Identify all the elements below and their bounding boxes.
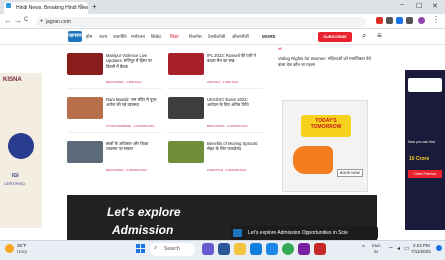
nav-item-4[interactable]: क्रिकेट	[151, 34, 161, 40]
news-thumbnail[interactable]	[168, 97, 204, 119]
lock-icon: ●	[40, 18, 44, 24]
weather-desc[interactable]: Hazy	[17, 249, 27, 254]
ad-brand: KISNA	[3, 77, 22, 83]
extension-icon[interactable]	[396, 17, 403, 24]
more-menu[interactable]: MORE	[262, 34, 276, 39]
reload-button[interactable]: C	[24, 17, 28, 23]
menu-icon[interactable]: ≡	[377, 31, 382, 40]
extension-icon[interactable]	[406, 17, 413, 24]
nav-item-2[interactable]: राजनीति	[113, 34, 127, 40]
news-thumbnail[interactable]	[168, 141, 204, 163]
edge-icon[interactable]	[250, 243, 262, 255]
ad-line2: CERTIFIED	[4, 181, 26, 186]
news-thumbnail[interactable]	[168, 53, 204, 75]
subscribe-button[interactable]: SUBSCRIBE	[318, 32, 352, 42]
news-title[interactable]: छात्रों के अधिकार और शिक्षा व्यवस्था पर …	[106, 141, 158, 152]
divider	[168, 132, 263, 133]
ad-cta-button[interactable]: Check Premium	[408, 170, 442, 178]
mid-ad-banner[interactable]: TODAY'S TOMORROW BOOK NOW	[282, 100, 368, 192]
nav-item-1[interactable]: राज्य	[99, 34, 107, 40]
url-input[interactable]: jagran.com	[36, 17, 366, 27]
site-logo[interactable]: जागरण	[68, 31, 82, 42]
browser-menu-icon[interactable]: ⋮	[432, 15, 440, 24]
battery-icon[interactable]: ▭	[404, 245, 410, 252]
clock-date[interactable]: 7/11/2023	[411, 249, 431, 254]
ad-headline: TODAY'S TOMORROW	[301, 115, 351, 137]
tab-title: Hindi News, Breaking Hindi New	[16, 5, 88, 11]
nav-item-7[interactable]: टेक्नोलॉजी	[208, 34, 225, 40]
news-meta: EDUCATION · 1 MIN AGO	[106, 80, 142, 84]
app-icon[interactable]	[298, 243, 310, 255]
nav-item-3[interactable]: मनोरंजन	[131, 34, 145, 40]
browser-tab[interactable]: Hindi News, Breaking Hindi New	[4, 2, 88, 14]
news-meta: CRICKET · 1 MIN AGO	[207, 80, 239, 84]
nav-item-6[interactable]: बिजनेस	[189, 34, 202, 40]
profile-avatar[interactable]	[418, 17, 425, 24]
app-icon[interactable]	[202, 243, 214, 255]
news-title[interactable]: Manipur Violence Live Updates: मणिपुर मे…	[106, 53, 158, 69]
maximize-button[interactable]: ☐	[416, 2, 422, 10]
windows-start-icon[interactable]	[136, 244, 146, 254]
file-explorer-icon[interactable]	[234, 243, 246, 255]
ad-title: Now you can find	[408, 140, 435, 144]
store-icon[interactable]	[266, 243, 278, 255]
ad-line1: IGI	[12, 173, 19, 179]
close-tab-icon[interactable]: ×	[80, 3, 83, 9]
divider	[168, 88, 263, 89]
divider	[67, 88, 162, 89]
banner-line1: Let's explore	[107, 205, 181, 219]
nav-item-0[interactable]: होम	[86, 34, 92, 40]
close-window-button[interactable]: ✕	[432, 2, 438, 10]
extension-icon[interactable]	[386, 17, 393, 24]
toast-text: Let's explore Admission Opportunities in…	[248, 230, 348, 236]
minimize-button[interactable]: −	[400, 2, 404, 9]
extension-icon[interactable]	[376, 17, 383, 24]
ad-number: 10 Crore	[409, 156, 430, 162]
news-title[interactable]: IPL 2023: Russell की पारी ने बदला मैच का…	[207, 53, 259, 64]
notification-icon[interactable]	[436, 245, 442, 251]
news-title[interactable]: Voting Rights for Women: महिलाओं को मताध…	[278, 56, 378, 67]
search-icon: ⌕	[154, 245, 158, 251]
nav-item-8[interactable]: जीवनशैली	[232, 34, 249, 40]
chrome-icon[interactable]	[282, 243, 294, 255]
app-icon[interactable]	[314, 243, 326, 255]
favicon-icon	[6, 3, 11, 8]
news-meta: EDUCATION · 2 HOURS AGO	[207, 124, 248, 128]
nav-item-5[interactable]: शिक्षा	[170, 34, 179, 40]
news-thumbnail[interactable]	[67, 141, 103, 163]
banner-line2: Admission	[112, 223, 174, 237]
news-title[interactable]: Benefits of Moving Sprouts: सेहत के लिए …	[207, 141, 259, 152]
wifi-icon[interactable]: ⌔	[388, 245, 394, 253]
news-title[interactable]: UKSSSC Exam 2023: आवेदन के लिए अंतिम तिथ…	[207, 97, 259, 108]
weather-temp[interactable]: 36°F	[17, 243, 27, 248]
clock-time[interactable]: 2:24 PM	[413, 243, 430, 248]
volume-icon[interactable]: ◂	[397, 245, 400, 252]
forward-button[interactable]: →	[14, 16, 22, 25]
new-tab-button[interactable]: +	[92, 2, 97, 11]
toast-logo-icon	[233, 229, 242, 237]
news-thumbnail[interactable]	[67, 53, 103, 75]
news-meta: UTTAR PRADESH · 2 HOURS AGO	[106, 124, 155, 128]
section-tag: मेरी	[278, 47, 282, 51]
region-indicator[interactable]: IN	[374, 249, 378, 254]
right-ad-banner[interactable]: Now you can find 10 Crore Check Premium	[405, 70, 445, 230]
weather-icon[interactable]	[5, 244, 14, 253]
language-indicator[interactable]: ENG	[372, 243, 381, 248]
news-thumbnail[interactable]	[67, 97, 103, 119]
taskbar-search-label: Search	[164, 246, 180, 252]
chevron-up-icon[interactable]: ^	[362, 245, 365, 251]
scooter-image	[293, 146, 333, 174]
notification-toast[interactable]: Let's explore Admission Opportunities in…	[230, 226, 378, 240]
left-ad-banner[interactable]: KISNA IGI CERTIFIED	[0, 73, 42, 228]
news-meta: LIFESTYLE · 2 HOURS AGO	[207, 168, 247, 172]
divider	[67, 132, 162, 133]
search-icon[interactable]: ⌕	[362, 31, 366, 41]
ad-logo	[408, 78, 442, 92]
app-icon[interactable]	[218, 243, 230, 255]
news-title[interactable]: Ram Mandir: राम मंदिर में पूजा अर्चना की…	[106, 97, 158, 108]
ad-cta-button[interactable]: BOOK NOW	[337, 169, 363, 177]
back-button[interactable]: ←	[4, 16, 12, 25]
news-meta: EDUCATION · 2 HOURS AGO	[106, 168, 147, 172]
ad-badge	[8, 133, 34, 159]
